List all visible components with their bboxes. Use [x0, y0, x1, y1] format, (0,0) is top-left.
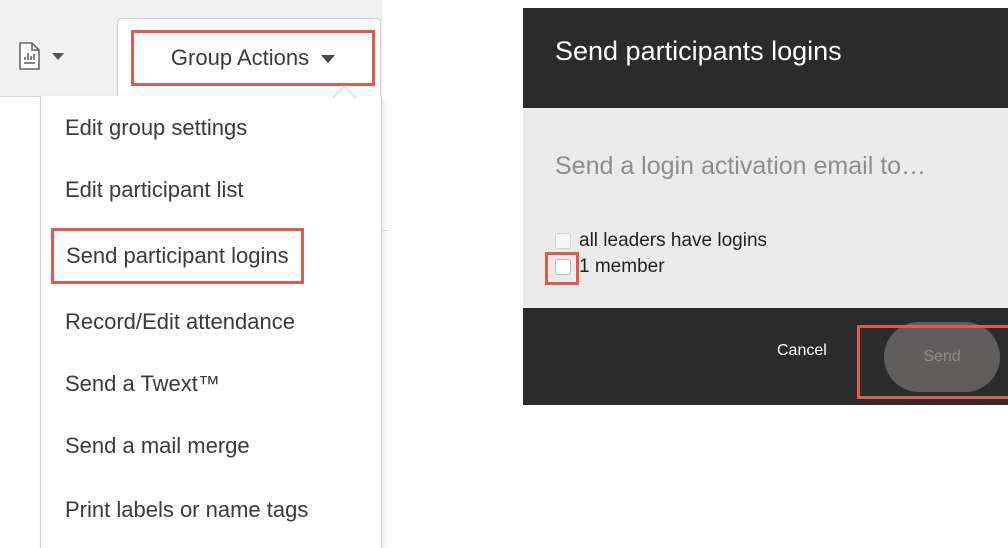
dialog-body: Send a login activation email to… all le…: [523, 108, 1008, 308]
cancel-button[interactable]: Cancel: [777, 342, 827, 360]
group-actions-label: Group Actions: [170, 45, 310, 70]
menu-item-print-labels[interactable]: Print labels or name tags: [65, 488, 308, 532]
option-label: 1 member: [579, 256, 665, 277]
option-label: all leaders have logins: [579, 230, 768, 251]
checkbox-all-leaders[interactable]: [555, 233, 571, 249]
menu-item-send-participant-logins[interactable]: Send participant logins: [51, 228, 304, 284]
option-one-member: 1 member: [555, 256, 665, 278]
send-button[interactable]: Send: [884, 322, 1000, 392]
menu-item-record-edit-attendance[interactable]: Record/Edit attendance: [65, 300, 295, 344]
dialog-title: Send participants logins: [555, 36, 842, 66]
send-logins-dialog: Send participants logins Send a login ac…: [523, 8, 1008, 405]
checkbox-one-member[interactable]: [555, 259, 571, 275]
dialog-footer: Cancel Send: [523, 308, 1008, 405]
divider: [382, 230, 388, 231]
menu-item-edit-group-settings[interactable]: Edit group settings: [65, 106, 247, 150]
report-dropdown-button[interactable]: [18, 38, 80, 74]
option-all-leaders: all leaders have logins: [555, 230, 767, 252]
dialog-header: Send participants logins: [523, 8, 1008, 108]
menu-item-send-twext[interactable]: Send a Twext™: [65, 362, 220, 406]
dialog-prompt: Send a login activation email to…: [555, 152, 927, 180]
chevron-down-icon: [321, 55, 336, 63]
menu-item-edit-participant-list[interactable]: Edit participant list: [65, 168, 244, 212]
report-document-icon: [19, 42, 40, 70]
group-actions-button[interactable]: Group Actions: [131, 30, 375, 86]
group-actions-menu: Edit group settings Edit participant lis…: [40, 96, 382, 548]
chevron-down-icon: [52, 52, 64, 60]
menu-item-send-mail-merge[interactable]: Send a mail merge: [65, 424, 250, 468]
